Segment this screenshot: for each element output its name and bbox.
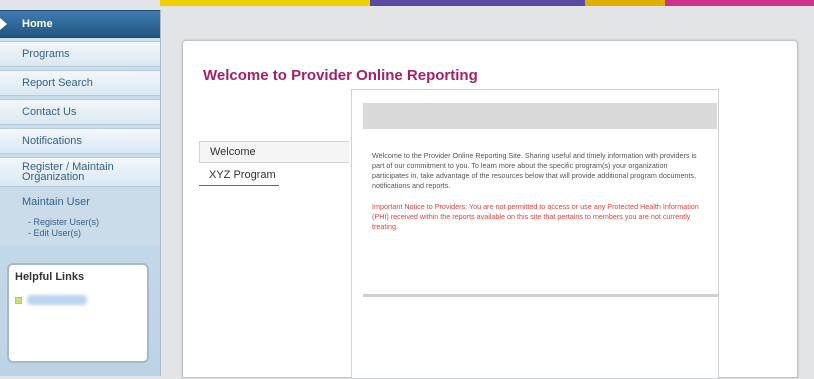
sidebar-item-label: Home — [22, 18, 53, 30]
top-color-stripe — [160, 0, 814, 10]
sidebar-item-label: Notifications — [22, 135, 82, 147]
sidebar-item-label-line2: Organization — [22, 171, 85, 183]
stripe-magenta — [665, 0, 814, 6]
helpful-links-box: Helpful Links — [7, 263, 149, 363]
sidebar: Home Programs Report Search Contact Us N… — [0, 10, 161, 376]
content-header-bar — [363, 103, 717, 129]
edit-users-link[interactable]: - Edit User(s) — [22, 228, 160, 239]
sidebar-item-label: Programs — [22, 48, 70, 60]
register-users-link[interactable]: - Register User(s) — [22, 217, 160, 228]
stripe-purple — [370, 0, 585, 6]
sidebar-item-programs[interactable]: Programs — [0, 41, 160, 67]
sidebar-item-home[interactable]: Home — [0, 10, 160, 38]
arrow-right-icon — [0, 18, 7, 30]
main-panel: Welcome to Provider Online Reporting Wel… — [182, 40, 798, 379]
content-panel: Welcome to the Provider Online Reporting… — [351, 89, 719, 379]
tab-welcome[interactable]: Welcome — [199, 141, 349, 163]
sidebar-item-label: Contact Us — [22, 106, 77, 118]
sidebar-item-report-search[interactable]: Report Search — [0, 70, 160, 96]
sidebar-item-contact-us[interactable]: Contact Us — [0, 99, 160, 125]
redacted-link[interactable] — [27, 295, 87, 305]
helpful-links-item[interactable] — [15, 295, 141, 305]
bullet-icon — [15, 296, 22, 304]
page-title: Welcome to Provider Online Reporting — [203, 67, 478, 84]
sidebar-item-notifications[interactable]: Notifications — [0, 128, 160, 154]
stripe-yellow — [160, 0, 370, 6]
sidebar-item-maintain-user[interactable]: Maintain User - Register User(s) - Edit … — [0, 190, 160, 245]
program-tabs: Welcome XYZ Program — [199, 141, 349, 188]
content-body: Welcome to the Provider Online Reporting… — [352, 129, 718, 232]
important-notice: Important Notice to Providers: You are n… — [372, 202, 699, 231]
helpful-links-title: Helpful Links — [15, 271, 85, 283]
content-divider — [363, 294, 718, 297]
maintain-user-label: Maintain User — [22, 196, 90, 208]
maintain-user-sublinks: - Register User(s) - Edit User(s) — [22, 217, 160, 239]
sidebar-item-label: Report Search — [22, 77, 93, 89]
sidebar-item-register-maintain-organization[interactable]: Register / Maintain Organization — [0, 157, 160, 187]
tab-xyz-program[interactable]: XYZ Program — [199, 165, 279, 186]
stripe-gold — [585, 0, 665, 6]
welcome-text: Welcome to the Provider Online Reporting… — [372, 151, 697, 190]
